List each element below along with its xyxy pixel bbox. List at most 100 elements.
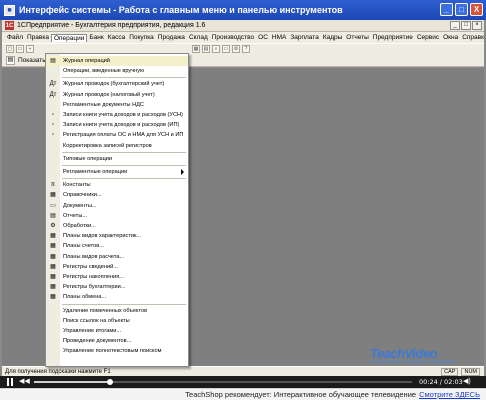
menu-option-icon: Дт [49, 91, 57, 98]
menu-option[interactable]: ▫ Записи книги учета доходов и расходов (… [46, 120, 188, 130]
promo-bar: TeachShop рекомендует: Интерактивное обу… [0, 388, 486, 400]
volume-icon[interactable]: ◀) [463, 378, 471, 386]
save-icon[interactable]: ▪ [26, 45, 34, 53]
menu-item-13[interactable]: Отчеты [344, 34, 370, 41]
menu-option[interactable]: Регламентные документы НДС [46, 100, 188, 110]
menu-option-label: Записи книги учета доходов и расходов (У… [63, 112, 183, 118]
rewind-icon[interactable]: ◀◀ [19, 378, 30, 386]
menu-option-label: Отчеты... [63, 212, 87, 219]
new-icon[interactable]: ▢ [6, 45, 14, 53]
menu-option[interactable]: π Константы [46, 180, 188, 190]
menu-item-5[interactable]: Покупка [127, 34, 156, 41]
menu-option[interactable]: ▦ Регистры накопления... [46, 272, 188, 282]
menu-option[interactable]: Операции, введенные вручную [46, 66, 188, 76]
menu-item-8[interactable]: Производство [210, 34, 256, 41]
menu-option[interactable]: Дт Журнал проводок (налоговый учет) [46, 90, 188, 100]
panel-icon[interactable]: ▤ [6, 55, 15, 65]
menu-item-7[interactable]: Склад [187, 34, 210, 41]
menu-option-label: Регистры сведений... [63, 263, 118, 270]
menu-option[interactable]: Типовые операции [46, 154, 188, 164]
seek-thumb[interactable] [106, 379, 113, 385]
menu-item-11[interactable]: Зарплата [288, 34, 320, 41]
menu-option-icon: ▫ [51, 122, 55, 129]
video-player-bar: ◀◀ 00:24 / 02:03 ◀) [0, 376, 486, 388]
menu-option-label: Поиск ссылок на объекты [63, 317, 130, 324]
app-close-button[interactable]: × [472, 21, 482, 30]
menu-option-icon: ▦ [50, 243, 56, 250]
menu-item-17[interactable]: Справка [460, 34, 484, 41]
main-menu-bar: Файл Правка Операции Банк Касса Покупка Продаж… [2, 32, 484, 43]
minimize-button[interactable]: _ [440, 3, 453, 16]
app-minimize-button[interactable]: _ [450, 21, 460, 30]
folder-icon[interactable]: ▭ [222, 45, 230, 53]
menu-option-icon: ▦ [50, 233, 56, 240]
menu-option-label: Документы... [63, 202, 97, 209]
menu-item-3[interactable]: Банк [87, 34, 105, 41]
menu-option[interactable]: ▦ Планы видов характеристик... [46, 231, 188, 241]
menu-item-10[interactable]: НМА [270, 34, 288, 41]
menu-option-label: Регистры накопления... [63, 274, 124, 280]
menu-option[interactable]: Удаление помеченных объектов [46, 306, 188, 316]
app-maximize-button[interactable]: □ [461, 21, 471, 30]
menu-option[interactable]: ▦ Справочники... [46, 190, 188, 200]
menu-option[interactable]: ▤ Журнал операций [46, 56, 188, 66]
menu-option-label: Проведение документов... [63, 338, 132, 345]
close-button[interactable]: X [470, 3, 483, 16]
menu-item-12[interactable]: Кадры [321, 34, 344, 41]
menu-option[interactable]: ▫ Записи книги учета доходов и расходов (… [46, 110, 188, 120]
pause-icon[interactable] [7, 378, 13, 386]
menu-option[interactable]: Корректировка записей регистров [46, 141, 188, 151]
help-icon[interactable]: ? [242, 45, 250, 53]
menu-item-14[interactable]: Предприятие [371, 34, 415, 41]
menu-option-label: Регламентные документы НДС [63, 101, 144, 108]
maximize-button[interactable]: □ [455, 3, 468, 16]
menu-item-0[interactable]: Файл [5, 34, 25, 41]
app-logo: 1С [5, 21, 14, 30]
menu-option-icon: ▦ [50, 284, 56, 291]
teachvideo-watermark: TeachVideo Интерактивное обучающее телев… [370, 346, 455, 364]
menu-option-label: Планы видов расчета... [63, 253, 125, 260]
watermark-tagline: Интерактивное обучающее телевидение [370, 359, 456, 364]
menu-separator [62, 151, 186, 153]
menu-item-4[interactable]: Касса [106, 34, 128, 41]
menu-option-label: Записи книги учета доходов и расходов (И… [63, 122, 180, 129]
menu-option[interactable]: ▦ Планы счетов... [46, 241, 188, 251]
open-icon[interactable]: ▭ [16, 45, 24, 53]
operations-menu: ▤ Журнал операций Операции, введенные вруч… [45, 53, 189, 367]
calendar-icon[interactable]: ▤ [202, 45, 210, 53]
promo-text: TeachShop рекомендует: Интерактивное обу… [185, 390, 417, 399]
menu-option-label: Управление итогами... [63, 328, 122, 334]
menu-item-2[interactable]: Операции [50, 33, 88, 42]
menu-option[interactable]: ▭ Документы... [46, 201, 188, 211]
menu-option[interactable]: Поиск ссылок на объекты [46, 316, 188, 326]
menu-option[interactable]: ▦ Планы обмена... [46, 292, 188, 302]
menu-option[interactable]: Управление полнотекстовым поиском [46, 346, 188, 356]
settings-icon[interactable]: ⚙ [232, 45, 240, 53]
menu-option[interactable]: Дт Журнал проводок (бухгалтерский учет) [46, 79, 188, 89]
menu-item-9[interactable]: ОС [256, 34, 270, 41]
menu-option[interactable]: ▦ Регистры бухгалтерии... [46, 282, 188, 292]
menu-option[interactable]: Управление итогами... [46, 326, 188, 336]
menu-option-label: Регламентные операции [63, 169, 128, 175]
calc-icon[interactable]: ▦ [192, 45, 200, 53]
menu-option-icon: π [50, 182, 56, 189]
menu-option-label: Типовые операции [63, 155, 113, 162]
menu-item-6[interactable]: Продажа [156, 34, 187, 41]
menu-option[interactable]: ▦ Регистры сведений... [46, 262, 188, 272]
menu-option[interactable]: Проведение документов... [46, 336, 188, 346]
status-hint: Для получения подсказки нажмите F1 [5, 368, 111, 375]
search-icon[interactable]: ⌕ [212, 45, 220, 53]
menu-separator [62, 303, 186, 305]
promo-link[interactable]: Смотрите ЗДЕСЬ [419, 390, 480, 399]
seek-bar[interactable] [34, 379, 412, 385]
menu-option[interactable]: ▫ Регистрация оплаты ОС и НМА для УСН и И… [46, 130, 188, 140]
menu-option[interactable]: Регламентные операции [46, 167, 188, 177]
menu-option[interactable]: ⚙ Обработки... [46, 221, 188, 231]
playback-time: 00:24 / 02:03 [419, 378, 463, 386]
menu-item-16[interactable]: Окна [441, 34, 460, 41]
menu-option[interactable]: ▦ Планы видов расчета... [46, 252, 188, 262]
menu-item-1[interactable]: Правка [25, 34, 51, 41]
menu-option-icon: ▭ [50, 202, 56, 209]
menu-option[interactable]: ▤ Отчеты... [46, 211, 188, 221]
menu-item-15[interactable]: Сервис [415, 34, 441, 41]
